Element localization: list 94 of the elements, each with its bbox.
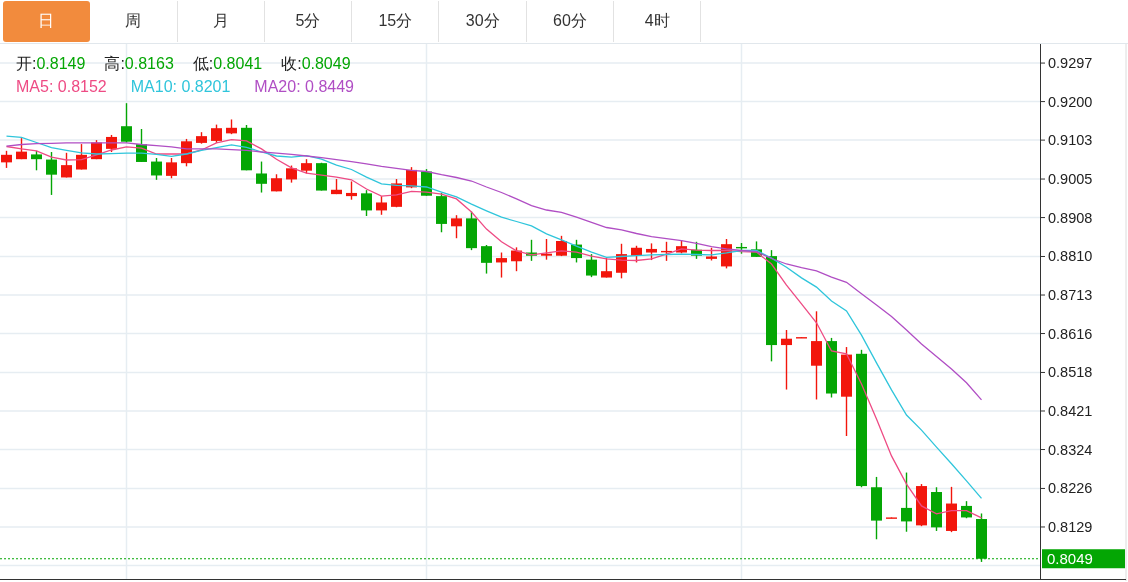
candlestick (871, 476, 882, 540)
period-tab[interactable]: 周 (90, 1, 178, 42)
y-axis-label: 0.9005 (1048, 171, 1093, 188)
y-axis-label: 0.8616 (1048, 325, 1093, 342)
ohlc-value: 0.8149 (36, 54, 86, 74)
candlestick (406, 166, 417, 189)
period-tab[interactable]: 4时 (614, 1, 702, 42)
candlestick (211, 123, 222, 144)
candlestick (556, 235, 567, 257)
candlestick (541, 238, 552, 261)
candlestick (496, 251, 507, 279)
candlestick (481, 244, 492, 275)
candlestick (961, 500, 972, 519)
candlestick (586, 253, 597, 278)
candlestick (646, 242, 657, 261)
candlestick (631, 245, 642, 264)
period-tab[interactable]: 月 (177, 1, 265, 42)
ohlc-value: 0.8041 (213, 54, 263, 74)
candlestick (61, 152, 72, 179)
y-axis-label: 0.8324 (1048, 441, 1093, 458)
candlestick (376, 195, 387, 216)
ref-line-label: 0.8049 (1047, 550, 1093, 568)
candlestick (316, 162, 327, 192)
candlestick (136, 128, 147, 163)
candlestick (946, 486, 957, 533)
ohlc-label: 低: (192, 54, 214, 74)
candlestick (781, 329, 792, 391)
candlestick (421, 168, 432, 197)
candlestick (166, 157, 177, 179)
candlestick (121, 102, 132, 144)
candlestick (511, 246, 522, 272)
period-tab[interactable]: 15分 (352, 1, 440, 42)
candlestick (76, 143, 87, 171)
y-axis-label: 0.9200 (1048, 93, 1093, 110)
candlestick (331, 178, 342, 195)
period-tab[interactable]: 5分 (264, 1, 353, 42)
candlestick (526, 239, 537, 262)
ohlc-label: 高: (104, 54, 125, 74)
candlestick (301, 158, 312, 175)
candlestick (976, 512, 987, 563)
candlestick (226, 118, 237, 135)
candlestick (826, 337, 837, 399)
y-axis-label: 0.8226 (1048, 480, 1093, 497)
y-axis-label: 0.8810 (1048, 248, 1093, 265)
candlestick (16, 137, 27, 160)
candlestick (616, 243, 627, 280)
y-axis-label: 0.8713 (1048, 287, 1093, 303)
candlestick (31, 150, 42, 171)
candlestick (721, 238, 732, 270)
y-axis-label: 0.9103 (1048, 132, 1093, 149)
candlestick (91, 139, 102, 160)
candlestick (451, 214, 462, 239)
candlestick (931, 486, 942, 532)
legend-label: MA10: 0.8201 (130, 77, 231, 97)
candlestick (196, 131, 207, 145)
price-tag: 0.8049 (1042, 549, 1125, 569)
y-axis-label: 0.8421 (1048, 403, 1093, 419)
ohlc-label: 收: (281, 54, 302, 74)
candlestick (436, 192, 447, 233)
ohlc-label: 开: (16, 54, 37, 74)
candlestick (346, 180, 357, 201)
candlestick (601, 257, 612, 279)
candlestick (286, 164, 297, 184)
y-axis-label: 0.8908 (1048, 209, 1093, 226)
candlestick (571, 239, 582, 264)
y-axis-label: 0.8518 (1048, 364, 1093, 381)
candlestick (706, 247, 717, 262)
y-axis-label: 0.9297 (1048, 55, 1093, 72)
candlestick (46, 151, 57, 196)
candlestick (391, 178, 402, 208)
candlestick (241, 124, 252, 171)
candlestick (256, 160, 267, 194)
candlestick (361, 189, 372, 217)
candlestick (271, 173, 282, 193)
candlestick (691, 241, 702, 260)
ohlc-value: 0.8049 (301, 54, 351, 74)
candlestick (886, 516, 897, 519)
legend-label: MA20: 0.8449 (254, 77, 354, 97)
candlestick (916, 483, 927, 527)
period-tab[interactable]: 60分 (526, 1, 615, 42)
candlestick (661, 241, 672, 262)
legend-label: MA5: 0.8152 (16, 77, 107, 97)
candlestick (736, 242, 747, 255)
candlestick (151, 157, 162, 181)
period-tab[interactable]: 30分 (439, 1, 527, 42)
candlestick (901, 471, 912, 533)
candlestick (466, 210, 477, 251)
candlestick (1, 150, 12, 169)
y-axis-label: 0.8129 (1048, 518, 1093, 535)
candlestick (796, 336, 807, 339)
candlestick (751, 240, 762, 258)
candlestick (106, 134, 117, 153)
candlestick (676, 239, 687, 254)
candlestick (181, 138, 192, 168)
